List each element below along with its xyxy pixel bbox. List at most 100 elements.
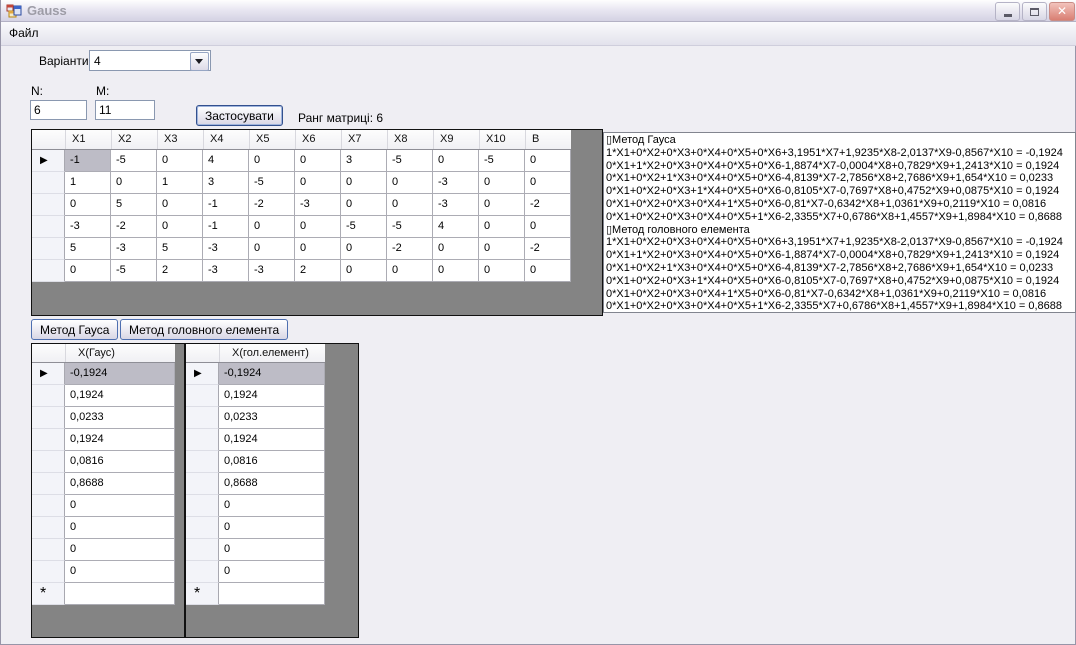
matrix-column-header[interactable]: X7 [341,130,387,149]
result-cell[interactable]: -0,1924 [219,363,325,385]
matrix-cell[interactable]: 0 [387,172,433,194]
matrix-cell[interactable]: 3 [341,150,387,172]
result-row-header[interactable] [186,473,219,495]
matrix-cell[interactable]: 0 [157,194,203,216]
matrix-cell[interactable]: -3 [111,238,157,260]
matrix-cell[interactable]: 0 [249,216,295,238]
result-cell-empty[interactable] [65,583,175,605]
matrix-cell[interactable]: -5 [111,260,157,282]
result-cell[interactable]: 0,1924 [65,429,175,451]
matrix-cell[interactable]: -5 [479,150,525,172]
matrix-cell[interactable]: 0 [433,260,479,282]
matrix-row-header[interactable] [32,238,65,260]
result-cell[interactable]: 0 [65,539,175,561]
result-row-header[interactable] [186,429,219,451]
result-cell[interactable]: 0 [219,561,325,583]
result-row-header[interactable]: ▶ [32,363,65,385]
result-row-header[interactable] [32,407,65,429]
matrix-cell[interactable]: -2 [249,194,295,216]
matrix-cell[interactable]: 0 [295,216,341,238]
result-row-header[interactable] [32,473,65,495]
menu-item-file[interactable]: Файл [1,22,47,44]
matrix-cell[interactable]: 0 [479,238,525,260]
matrix-cell[interactable]: 0 [433,238,479,260]
result-row-header[interactable] [186,539,219,561]
output-panel[interactable]: ▯Метод Гауса 1*X1+0*X2+0*X3+0*X4+0*X5+0*X… [603,132,1076,313]
matrix-cell[interactable]: 0 [387,260,433,282]
matrix-cell[interactable]: -5 [249,172,295,194]
matrix-cell[interactable]: -3 [203,238,249,260]
result-cell[interactable]: -0,1924 [65,363,175,385]
matrix-cell[interactable]: 0 [433,150,479,172]
matrix-row-header[interactable] [32,172,65,194]
matrix-cell[interactable]: -1 [203,194,249,216]
matrix-cell[interactable]: 0 [479,216,525,238]
matrix-column-header[interactable]: X10 [479,130,525,149]
result-row-header[interactable] [32,539,65,561]
matrix-cell[interactable]: 1 [65,172,111,194]
matrix-cell[interactable]: 2 [157,260,203,282]
result-row-header[interactable]: ▶ [186,363,219,385]
matrix-column-header[interactable]: X3 [157,130,203,149]
result-cell[interactable]: 0,1924 [219,385,325,407]
matrix-cell[interactable]: -3 [433,172,479,194]
matrix-column-header[interactable]: X2 [111,130,157,149]
result-row-header[interactable] [186,385,219,407]
matrix-row-header[interactable]: ▶ [32,150,65,172]
matrix-cell[interactable]: -2 [525,238,571,260]
matrix-cell[interactable]: -3 [433,194,479,216]
matrix-cell[interactable]: 1 [157,172,203,194]
result-row-header[interactable] [186,561,219,583]
close-button[interactable]: ✕ [1049,2,1075,21]
result-row-header[interactable] [32,495,65,517]
result-cell[interactable]: 0 [219,495,325,517]
matrix-cell[interactable]: 5 [111,194,157,216]
n-input[interactable] [30,100,87,120]
result-cell[interactable]: 0,1924 [219,429,325,451]
apply-button[interactable]: Застосувати [196,105,283,126]
result-cell[interactable]: 0 [65,495,175,517]
matrix-column-header[interactable]: B [525,130,571,149]
result-cell[interactable]: 0 [65,517,175,539]
matrix-cell[interactable]: -1 [65,150,111,172]
result-grid-gauss-header-stub[interactable] [32,344,65,362]
matrix-cell[interactable]: 0 [341,194,387,216]
gauss-method-button[interactable]: Метод Гауса [31,319,119,340]
matrix-cell[interactable]: 0 [341,238,387,260]
result-cell-empty[interactable] [219,583,325,605]
matrix-cell[interactable]: -2 [387,238,433,260]
result-row-header[interactable] [32,429,65,451]
matrix-column-header[interactable]: X6 [295,130,341,149]
result-cell[interactable]: 0,0233 [219,407,325,429]
matrix-cell[interactable]: 0 [525,150,571,172]
matrix-cell[interactable]: 0 [249,238,295,260]
matrix-cell[interactable]: -3 [295,194,341,216]
variants-combobox[interactable]: 4 [89,50,211,71]
matrix-cell[interactable]: 2 [295,260,341,282]
matrix-cell[interactable]: -1 [203,216,249,238]
matrix-header-stub[interactable] [32,130,65,149]
matrix-cell[interactable]: 0 [525,172,571,194]
matrix-column-header[interactable]: X1 [65,130,111,149]
m-input[interactable] [95,100,155,120]
result-cell[interactable]: 0,1924 [65,385,175,407]
result-cell[interactable]: 0,0816 [65,451,175,473]
matrix-cell[interactable]: 0 [295,172,341,194]
result-row-header[interactable] [186,517,219,539]
result-row-header[interactable] [32,451,65,473]
result-row-header[interactable] [32,385,65,407]
matrix-cell[interactable]: -5 [387,150,433,172]
matrix-cell[interactable]: 0 [249,150,295,172]
matrix-cell[interactable]: 0 [65,194,111,216]
result-row-header[interactable] [186,495,219,517]
new-row-header[interactable]: * [186,583,219,605]
matrix-cell[interactable]: 0 [525,216,571,238]
matrix-column-header[interactable]: X8 [387,130,433,149]
matrix-cell[interactable]: -2 [525,194,571,216]
minimize-button[interactable] [995,2,1020,21]
matrix-cell[interactable]: -3 [203,260,249,282]
result-row-header[interactable] [186,451,219,473]
matrix-row-header[interactable] [32,194,65,216]
result-row-header[interactable] [32,561,65,583]
matrix-cell[interactable]: -5 [387,216,433,238]
